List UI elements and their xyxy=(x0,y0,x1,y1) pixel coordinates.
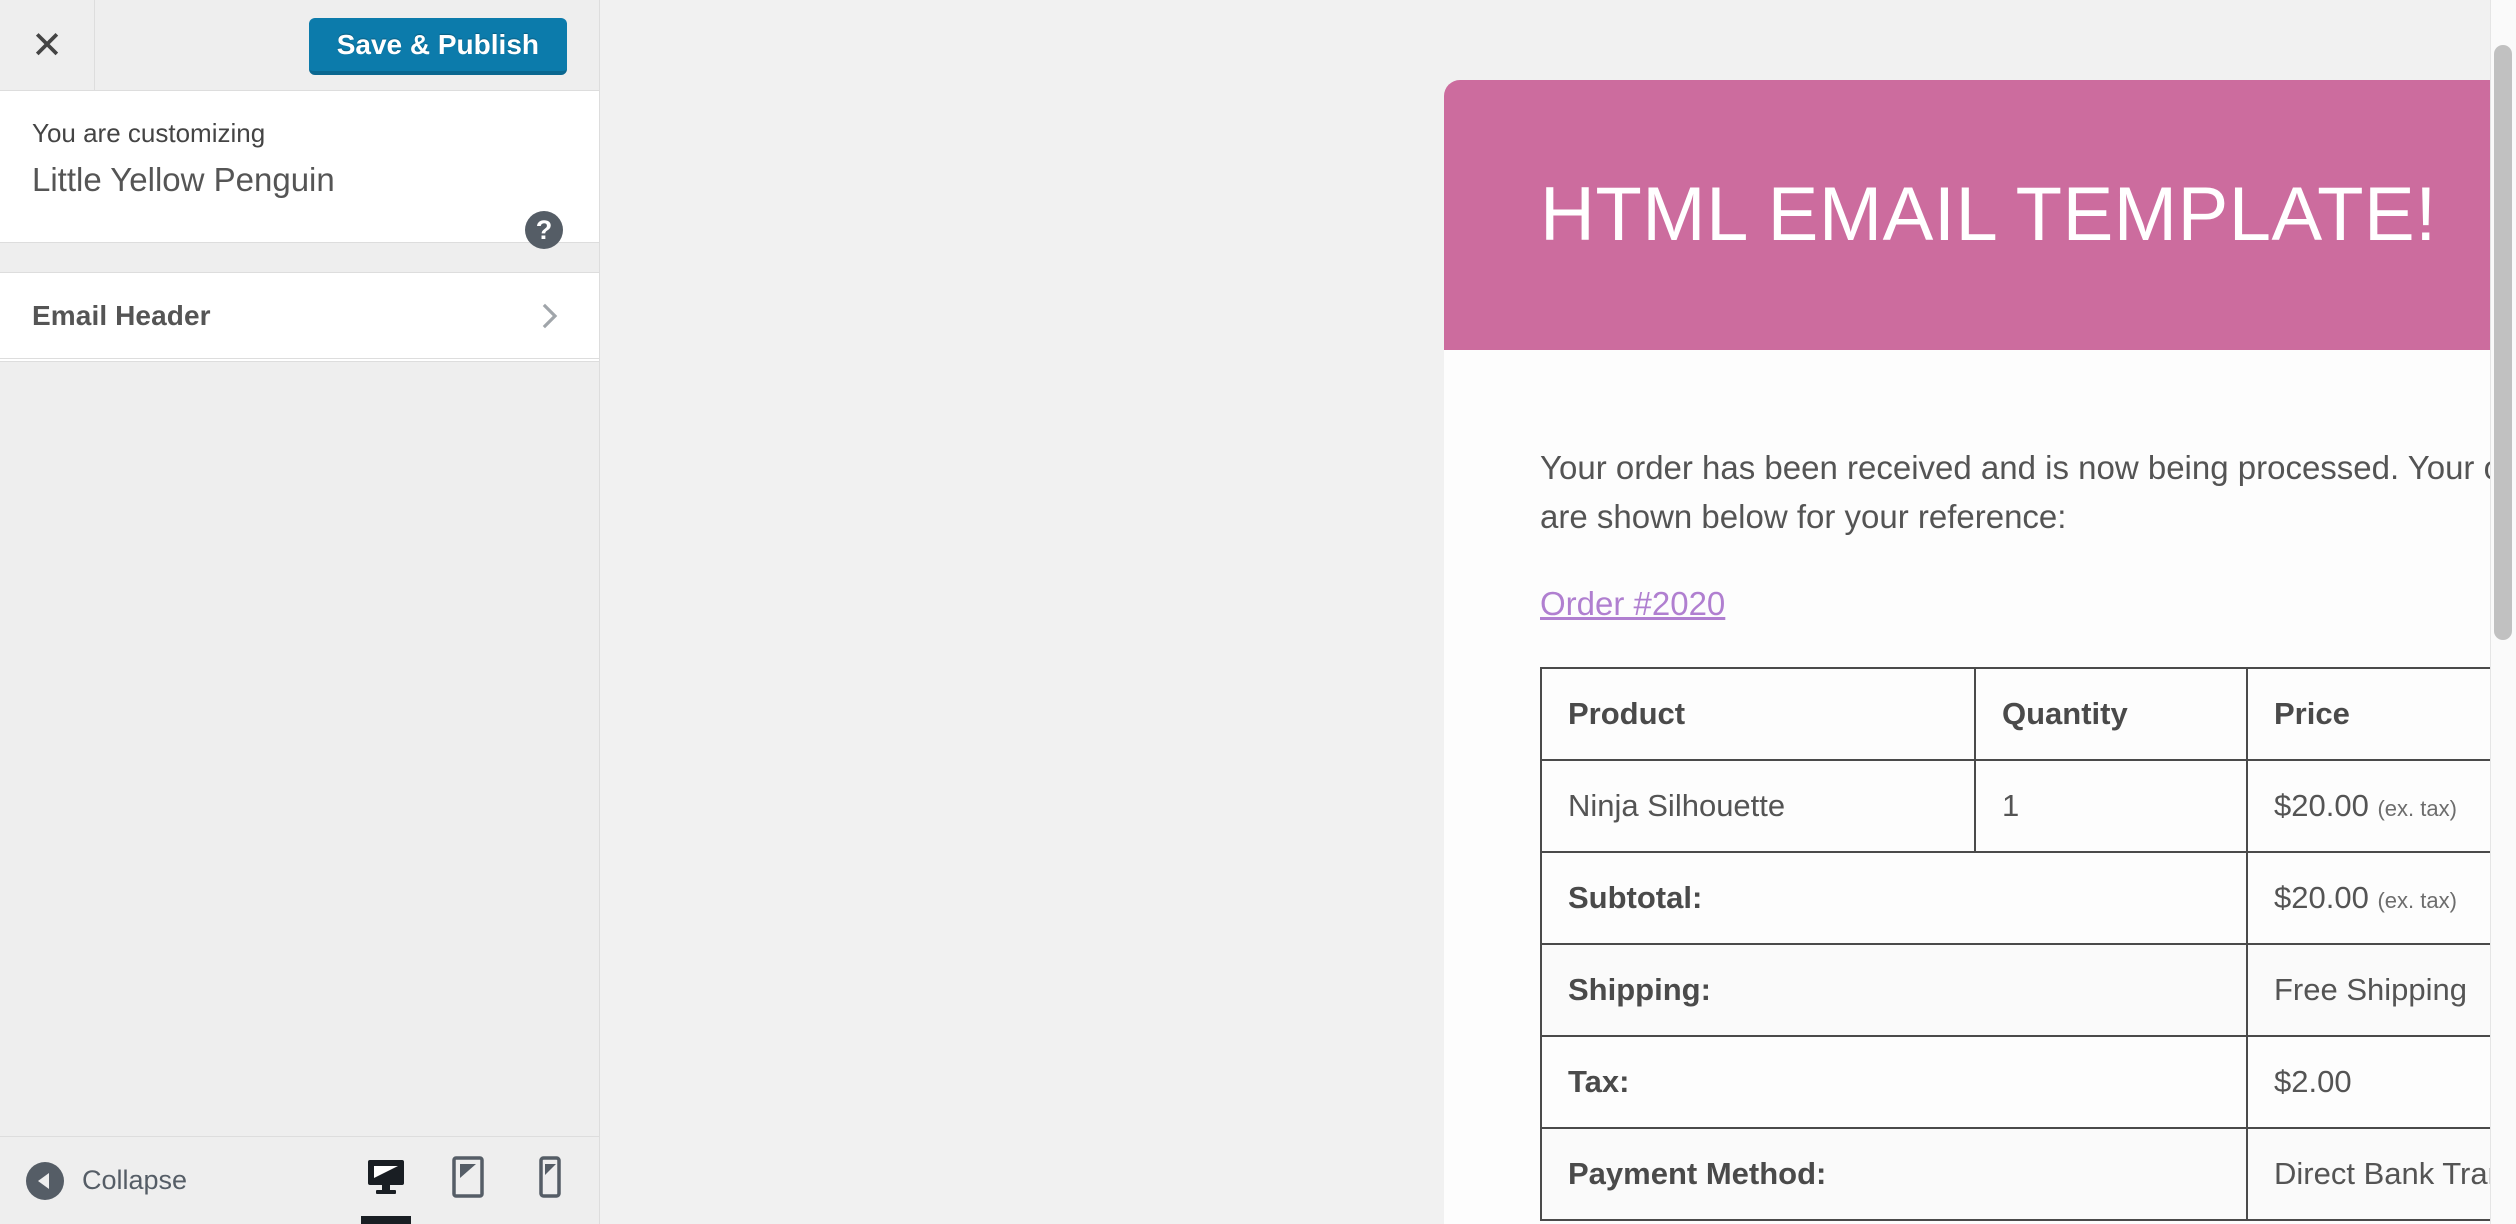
device-preview-toggles xyxy=(345,1136,591,1224)
scrollbar-thumb[interactable] xyxy=(2494,45,2512,640)
customizer-sidebar: ✕ Save & Publish You are customizing Lit… xyxy=(0,0,600,1224)
table-row-payment-method: Payment Method: Direct Bank Transfer xyxy=(1540,1127,2516,1221)
tablet-preview-icon[interactable] xyxy=(427,1136,509,1224)
order-details-table: Product Quantity Price Ninja Silhouette … xyxy=(1540,667,2516,1221)
cell-product-price: $20.00 (ex. tax) xyxy=(2246,759,2516,853)
price-amount: $20.00 xyxy=(2274,788,2369,823)
sidebar-empty-area xyxy=(0,361,599,1136)
cell-shipping-value: Free Shipping xyxy=(2246,943,2516,1037)
email-template-container: HTML EMAIL TEMPLATE! Your order has been… xyxy=(1444,80,2516,1224)
customizer-screen: ✕ Save & Publish You are customizing Lit… xyxy=(0,0,2516,1224)
cell-product-quantity: 1 xyxy=(1974,759,2248,853)
sidebar-footer: Collapse xyxy=(0,1136,599,1224)
cell-tax-value: $2.00 xyxy=(2246,1035,2516,1129)
column-header-product: Product xyxy=(1540,667,1976,761)
sidebar-item-label: Email Header xyxy=(32,299,211,331)
cell-tax-label: Tax: xyxy=(1540,1035,2248,1129)
table-row: Ninja Silhouette 1 $20.00 (ex. tax) xyxy=(1540,759,2516,853)
price-tax-note: (ex. tax) xyxy=(2377,796,2457,821)
mobile-preview-icon[interactable] xyxy=(509,1136,591,1224)
cell-subtotal-value: $20.00 (ex. tax) xyxy=(2246,851,2516,945)
order-number-link[interactable]: Order #2020 xyxy=(1540,585,1725,623)
collapse-label: Collapse xyxy=(82,1165,188,1195)
collapse-sidebar-button[interactable]: Collapse xyxy=(26,1161,188,1200)
email-header-title: HTML EMAIL TEMPLATE! xyxy=(1540,172,2437,257)
customizer-topbar: ✕ Save & Publish xyxy=(0,0,599,91)
cell-payment-method-value: Direct Bank Transfer xyxy=(2246,1127,2516,1221)
cell-product-name: Ninja Silhouette xyxy=(1540,759,1976,853)
panel-gap xyxy=(0,243,599,273)
customizing-eyebrow: You are customizing xyxy=(32,118,266,148)
table-header-row: Product Quantity Price xyxy=(1540,667,2516,761)
desktop-preview-icon[interactable] xyxy=(345,1136,427,1224)
chevron-right-icon xyxy=(537,303,563,329)
column-header-price: Price xyxy=(2246,667,2516,761)
customizing-panel-header: You are customizing Little Yellow Pengui… xyxy=(0,91,599,249)
collapse-left-icon xyxy=(26,1161,64,1200)
vertical-scrollbar[interactable] xyxy=(2490,0,2516,1224)
email-preview-pane: HTML EMAIL TEMPLATE! Your order has been… xyxy=(600,0,2516,1224)
sidebar-item-email-header[interactable]: Email Header xyxy=(0,273,599,359)
cell-subtotal-label: Subtotal: xyxy=(1540,851,2248,945)
table-row-shipping: Shipping: Free Shipping xyxy=(1540,943,2516,1037)
cell-shipping-label: Shipping: xyxy=(1540,943,2248,1037)
save-and-publish-button[interactable]: Save & Publish xyxy=(308,18,567,75)
close-customizer-button[interactable]: ✕ xyxy=(0,0,95,91)
column-header-quantity: Quantity xyxy=(1974,667,2248,761)
close-icon: ✕ xyxy=(31,23,63,67)
customizing-theme-title: Little Yellow Penguin xyxy=(32,160,335,198)
cell-payment-method-label: Payment Method: xyxy=(1540,1127,2248,1221)
subtotal-amount: $20.00 xyxy=(2274,880,2369,915)
help-icon[interactable]: ? xyxy=(525,211,563,249)
subtotal-tax-note: (ex. tax) xyxy=(2377,888,2457,913)
email-header-banner: HTML EMAIL TEMPLATE! xyxy=(1444,80,2516,350)
table-row-tax: Tax: $2.00 xyxy=(1540,1035,2516,1129)
order-intro-paragraph: Your order has been received and is now … xyxy=(1540,449,2516,535)
table-row-subtotal: Subtotal: $20.00 (ex. tax) xyxy=(1540,851,2516,945)
email-body: Your order has been received and is now … xyxy=(1444,350,2516,1224)
body-top-spacer xyxy=(1540,350,2516,444)
